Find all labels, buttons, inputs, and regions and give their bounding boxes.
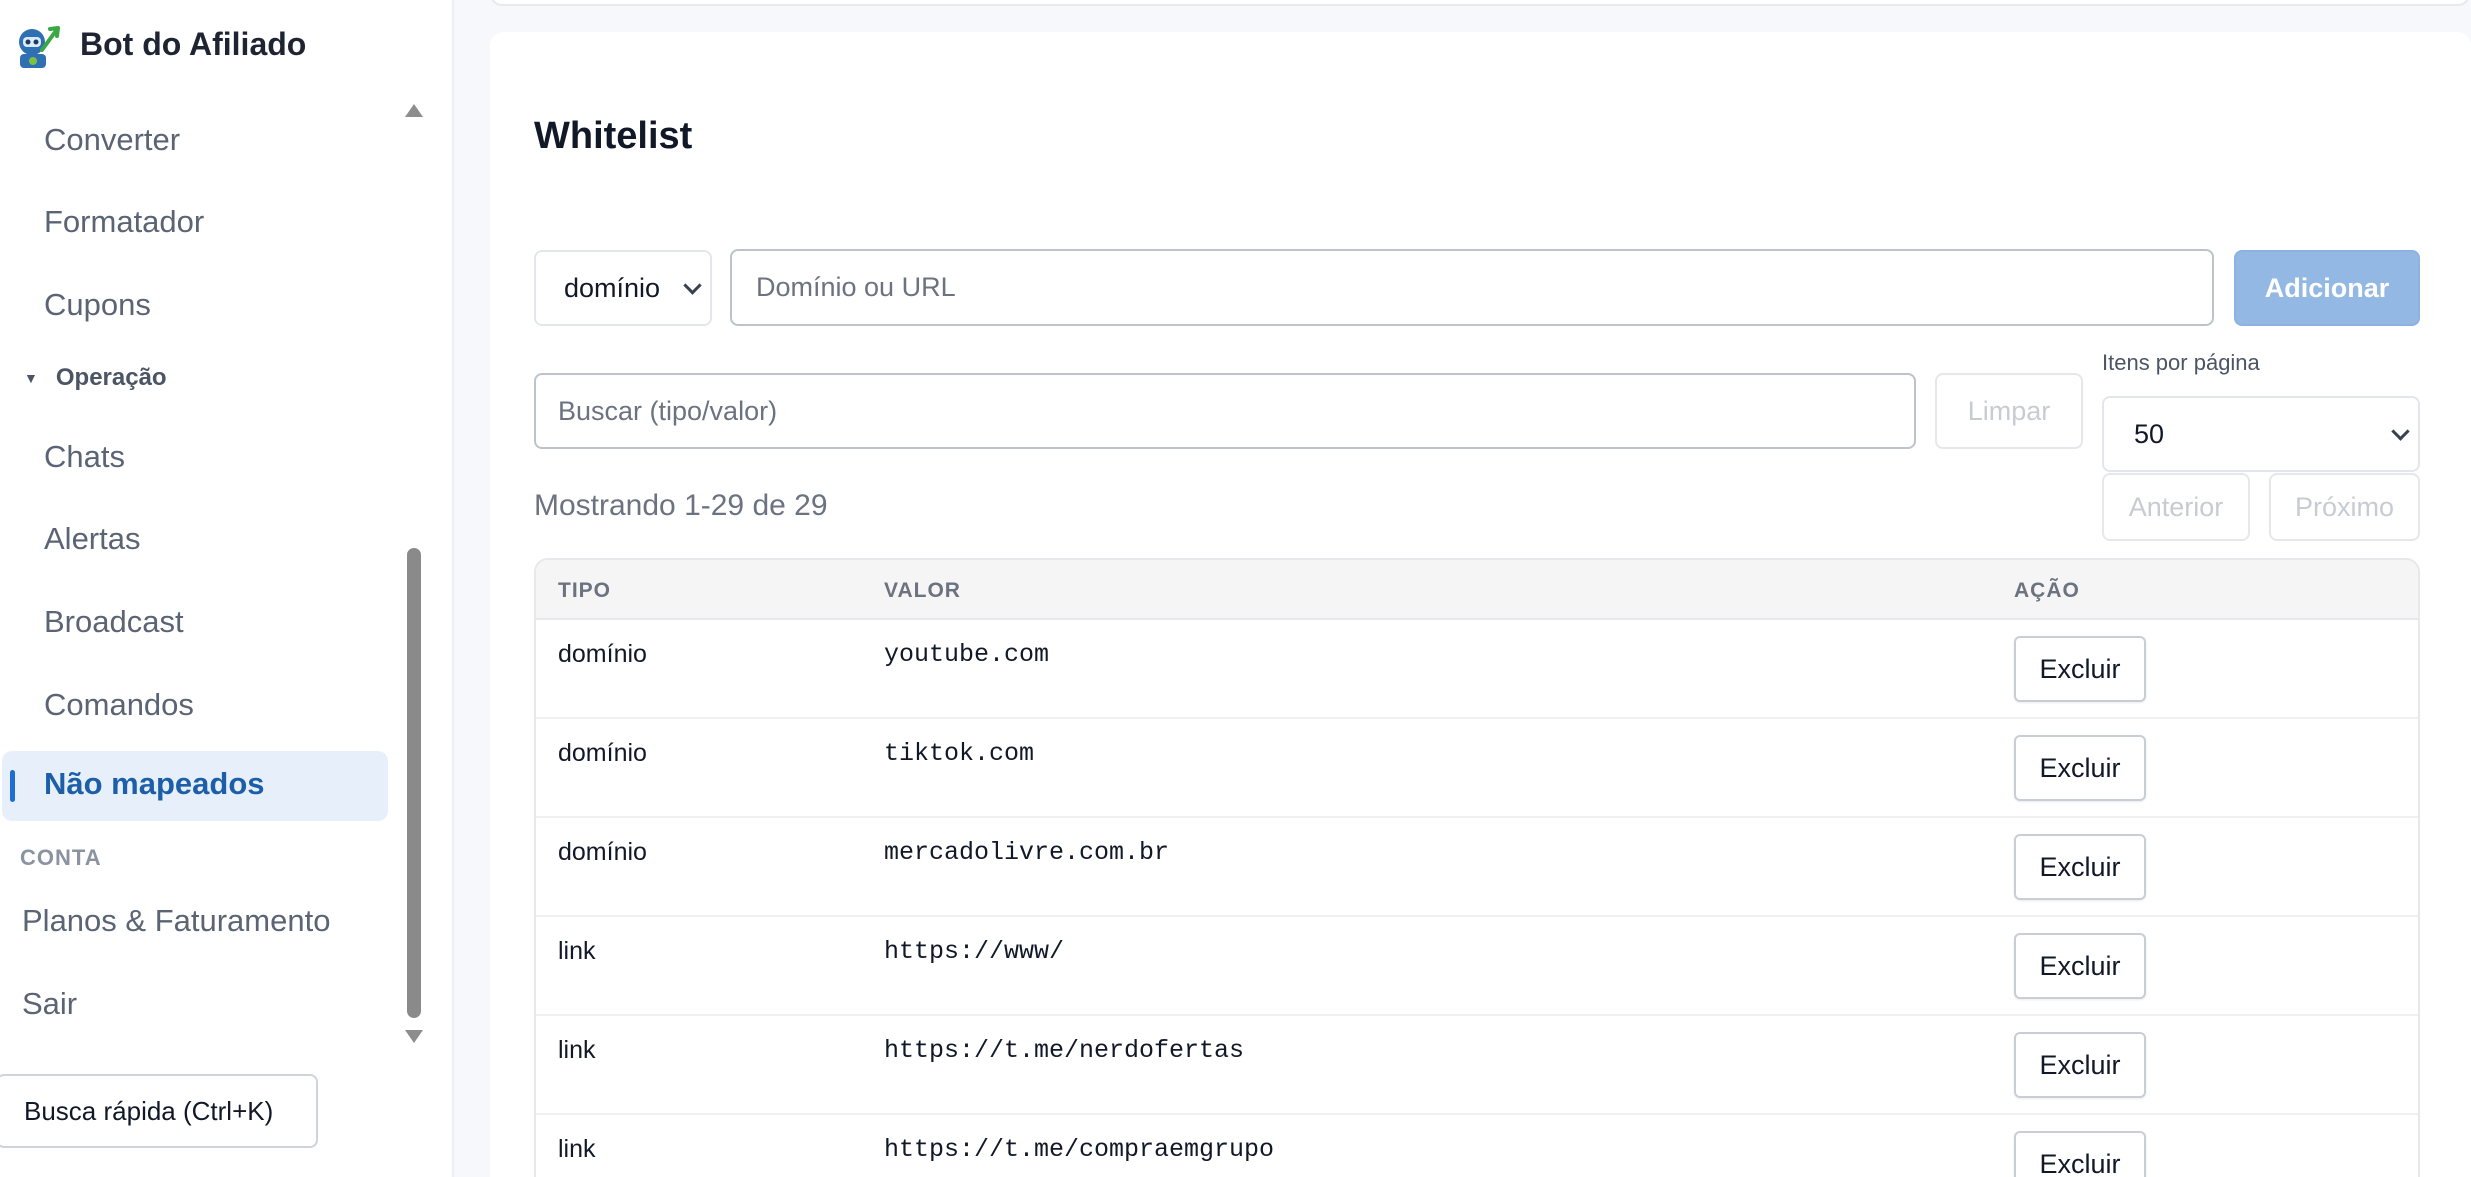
chevron-down-icon bbox=[683, 276, 702, 295]
sidebar-item-label: Não mapeados bbox=[44, 766, 265, 801]
sidebar: Bot do Afiliado Converter Formatador Cup… bbox=[0, 0, 454, 1177]
scroll-up-arrow-icon[interactable] bbox=[405, 104, 423, 117]
top-card bbox=[490, 0, 2470, 6]
per-page-label: Itens por página bbox=[2102, 350, 2260, 375]
scrollbar-thumb[interactable] bbox=[407, 548, 421, 1018]
cell-type: domínio bbox=[558, 739, 647, 767]
pagination-summary: Mostrando 1-29 de 29 bbox=[534, 489, 828, 522]
cell-type: domínio bbox=[558, 838, 647, 866]
table-row: domínio mercadolivre.com.br Excluir bbox=[536, 818, 2418, 917]
quick-search-button[interactable]: Busca rápida (Ctrl+K) bbox=[0, 1074, 318, 1148]
table-row: domínio youtube.com Excluir bbox=[536, 620, 2418, 719]
delete-button[interactable]: Excluir bbox=[2014, 735, 2146, 801]
cell-type: link bbox=[558, 937, 596, 965]
per-page-value: 50 bbox=[2134, 418, 2165, 449]
sidebar-item-broadcast[interactable]: Broadcast bbox=[44, 602, 184, 642]
domain-url-input[interactable]: Domínio ou URL bbox=[730, 249, 2214, 326]
column-header-type: TIPO bbox=[558, 579, 612, 602]
sidebar-item-nao-mapeados[interactable]: Não mapeados bbox=[2, 751, 388, 821]
sidebar-group-operacao[interactable]: ▼ Operação bbox=[24, 364, 167, 392]
cell-value: mercadolivre.com.br bbox=[884, 838, 1170, 867]
sidebar-item-chats[interactable]: Chats bbox=[44, 437, 125, 477]
add-button[interactable]: Adicionar bbox=[2234, 250, 2420, 326]
brand-name: Bot do Afiliado bbox=[80, 26, 307, 62]
delete-button[interactable]: Excluir bbox=[2014, 933, 2146, 999]
delete-button[interactable]: Excluir bbox=[2014, 1032, 2146, 1098]
next-page-button[interactable]: Próximo bbox=[2269, 473, 2420, 541]
sidebar-item-alertas[interactable]: Alertas bbox=[44, 519, 140, 559]
search-input[interactable]: Buscar (tipo/valor) bbox=[534, 373, 1916, 449]
cell-type: link bbox=[558, 1036, 596, 1064]
brand[interactable]: Bot do Afiliado bbox=[0, 0, 452, 90]
sidebar-item-sair[interactable]: Sair bbox=[22, 984, 77, 1024]
per-page-select[interactable]: 50 bbox=[2102, 396, 2420, 472]
chevron-down-icon bbox=[2391, 422, 2410, 441]
column-header-action: AÇÃO bbox=[2014, 579, 2080, 602]
table-row: link https://t.me/compraemgrupo Excluir bbox=[536, 1115, 2418, 1177]
table-row: domínio tiktok.com Excluir bbox=[536, 719, 2418, 818]
cell-value: https://t.me/compraemgrupo bbox=[884, 1135, 1275, 1164]
active-indicator bbox=[10, 770, 15, 802]
sidebar-item-formatador[interactable]: Formatador bbox=[44, 202, 204, 242]
cell-value: https://t.me/nerdofertas bbox=[884, 1036, 1245, 1065]
cell-value: https://www/ bbox=[884, 937, 1065, 966]
column-header-value: VALOR bbox=[884, 579, 961, 602]
cell-type: domínio bbox=[558, 640, 647, 668]
clear-button[interactable]: Limpar bbox=[1935, 373, 2083, 449]
delete-button[interactable]: Excluir bbox=[2014, 834, 2146, 900]
robot-logo-icon bbox=[19, 26, 60, 68]
type-select[interactable]: domínio bbox=[534, 250, 712, 326]
table-row: link https://www/ Excluir bbox=[536, 917, 2418, 1016]
table-row: link https://t.me/nerdofertas Excluir bbox=[536, 1016, 2418, 1115]
sidebar-item-cupons[interactable]: Cupons bbox=[44, 285, 151, 325]
type-select-value: domínio bbox=[564, 272, 661, 303]
scroll-down-arrow-icon[interactable] bbox=[405, 1030, 423, 1043]
sidebar-item-comandos[interactable]: Comandos bbox=[44, 685, 194, 725]
cell-type: link bbox=[558, 1135, 596, 1163]
cell-value: youtube.com bbox=[884, 640, 1050, 669]
delete-button[interactable]: Excluir bbox=[2014, 636, 2146, 702]
sidebar-section-conta: CONTA bbox=[20, 845, 102, 870]
sidebar-item-planos-faturamento[interactable]: Planos & Faturamento bbox=[22, 901, 330, 941]
cell-value: tiktok.com bbox=[884, 739, 1035, 768]
sidebar-item-converter[interactable]: Converter bbox=[44, 120, 180, 160]
table-header: TIPO VALOR AÇÃO bbox=[536, 560, 2418, 620]
whitelist-table: TIPO VALOR AÇÃO domínio youtube.com Excl… bbox=[534, 558, 2420, 1177]
previous-page-button[interactable]: Anterior bbox=[2102, 473, 2250, 541]
page-title: Whitelist bbox=[534, 115, 693, 157]
delete-button[interactable]: Excluir bbox=[2014, 1131, 2146, 1177]
caret-down-icon: ▼ bbox=[24, 370, 38, 386]
sidebar-group-label: Operação bbox=[55, 364, 167, 391]
